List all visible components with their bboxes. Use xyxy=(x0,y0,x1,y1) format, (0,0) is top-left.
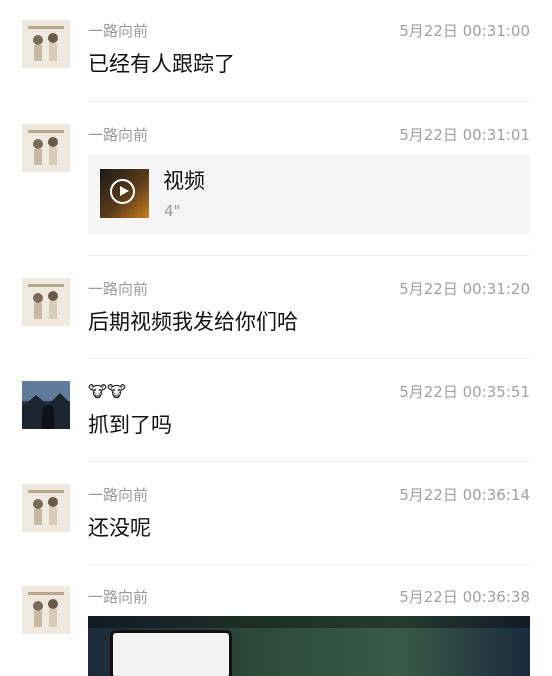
avatar[interactable] xyxy=(22,381,70,429)
avatar[interactable] xyxy=(22,484,70,532)
divider xyxy=(88,255,530,256)
video-card[interactable]: 视频 4" xyxy=(88,154,530,234)
avatar[interactable] xyxy=(22,586,70,634)
sender-name: 一路向前 xyxy=(88,22,149,40)
game-hud xyxy=(88,616,530,628)
divider xyxy=(88,101,530,102)
video-duration: 4" xyxy=(164,202,181,220)
divider xyxy=(88,461,530,462)
chat-feed: 一路向前 5月22日 00:31:00 已经有人跟踪了 一路向前 5月22日 0… xyxy=(0,0,552,676)
message-time: 5月22日 00:36:14 xyxy=(399,486,530,504)
divider xyxy=(88,358,530,359)
avatar-landscape-icon xyxy=(22,381,70,429)
message-time: 5月22日 00:31:20 xyxy=(399,280,530,298)
avatar[interactable] xyxy=(22,20,70,68)
message-time: 5月22日 00:31:00 xyxy=(399,22,530,40)
sender-name: 一路向前 xyxy=(88,126,149,144)
avatar-figure-icon xyxy=(28,26,64,61)
message-text: 已经有人跟踪了 xyxy=(88,52,235,76)
sender-name: 一路向前 xyxy=(88,280,149,298)
avatar-figure-icon xyxy=(28,592,64,627)
sender-name: 一路向前 xyxy=(88,486,149,504)
video-thumbnail[interactable] xyxy=(100,169,149,218)
message-text: 后期视频我发给你们哈 xyxy=(88,310,298,334)
avatar[interactable] xyxy=(22,124,70,172)
message-time: 5月22日 00:35:51 xyxy=(399,383,530,401)
avatar[interactable] xyxy=(22,278,70,326)
video-title: 视频 xyxy=(163,169,205,193)
message-text: 抓到了吗 xyxy=(88,413,172,437)
phone-overlay xyxy=(110,630,232,676)
message-time: 5月22日 00:36:38 xyxy=(399,588,530,606)
avatar-figure-icon xyxy=(28,130,64,165)
message-time: 5月22日 00:31:01 xyxy=(399,126,530,144)
avatar-figure-icon xyxy=(28,490,64,525)
play-icon[interactable] xyxy=(110,179,135,204)
avatar-figure-icon xyxy=(28,284,64,319)
sender-name: 🐮🐮 xyxy=(88,382,126,401)
message-text: 还没呢 xyxy=(88,516,151,540)
sender-name: 一路向前 xyxy=(88,588,149,606)
divider xyxy=(88,564,530,565)
image-thumbnail[interactable] xyxy=(88,616,530,676)
